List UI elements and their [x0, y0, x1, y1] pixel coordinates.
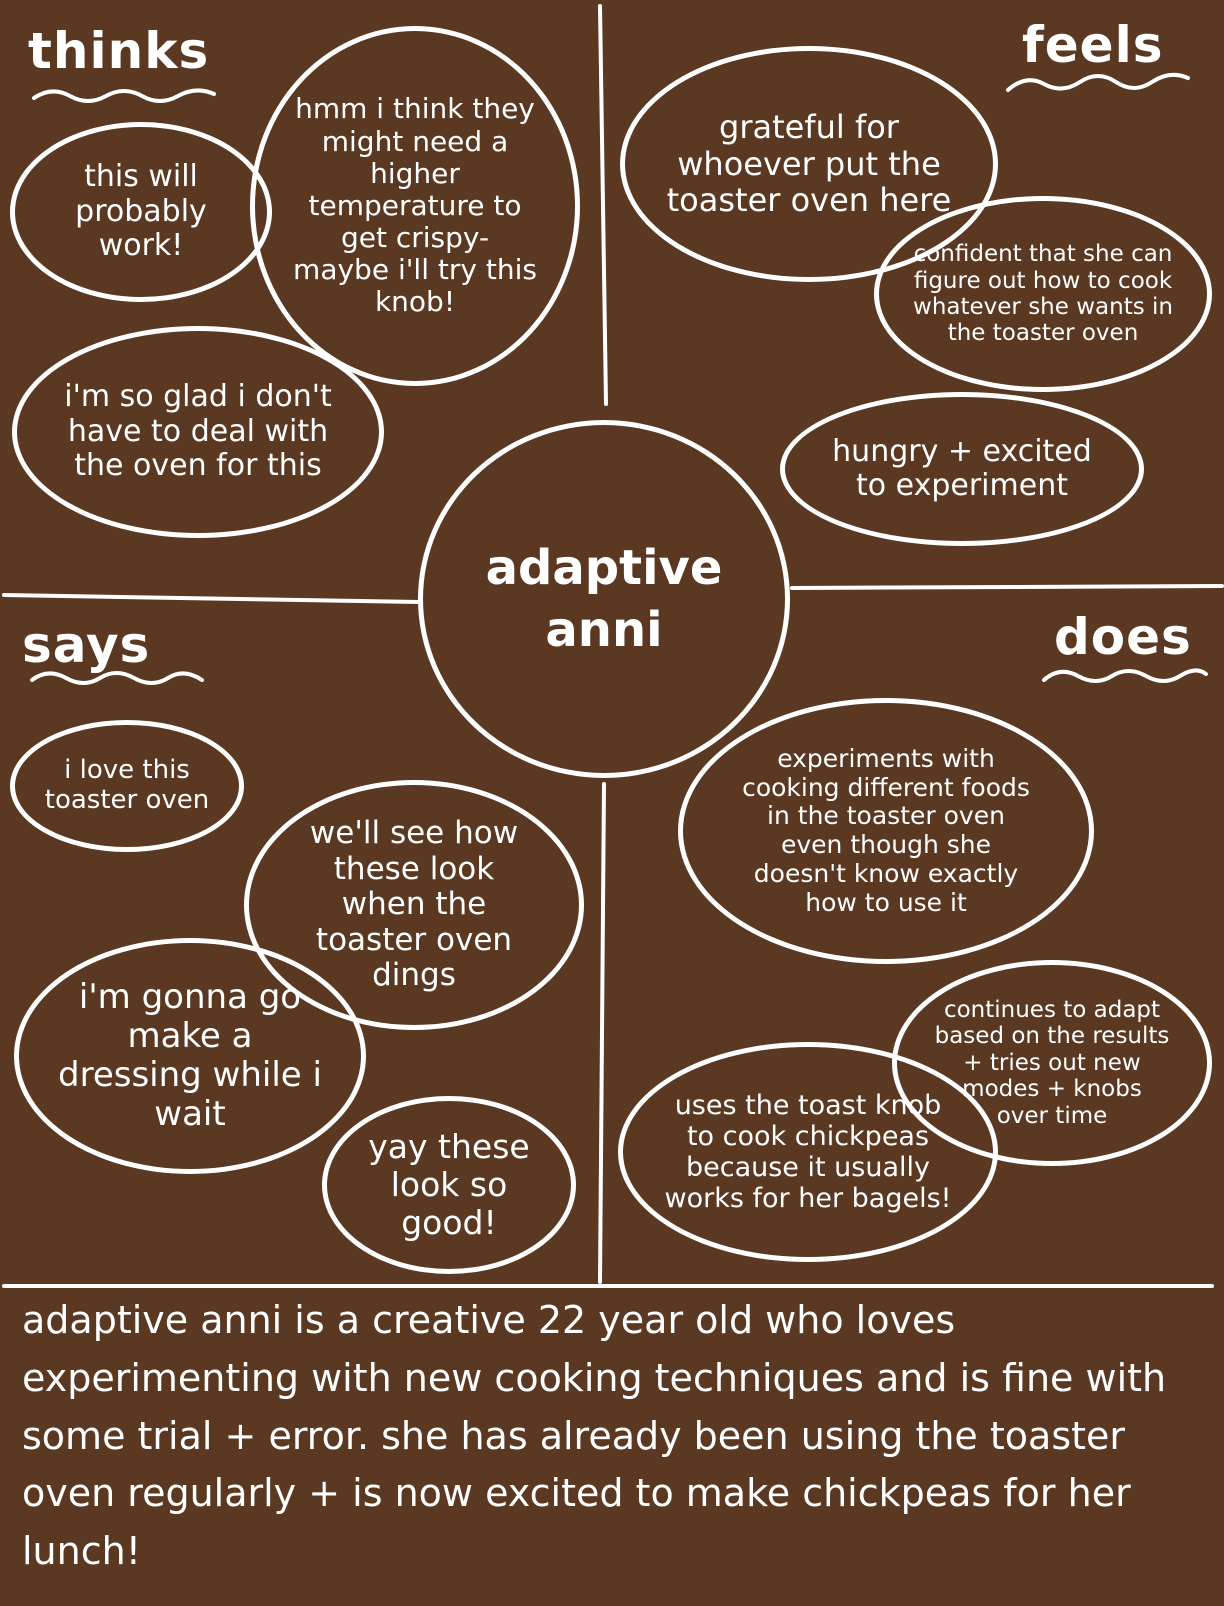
does-label: does [1054, 608, 1192, 666]
says-bubble: i love this toaster oven [10, 720, 244, 852]
does-underline [1042, 668, 1208, 683]
thinks-label: thinks [28, 22, 210, 80]
says-underline [30, 671, 204, 685]
feels-bubble-text: confident that she can figure out how to… [913, 241, 1173, 347]
persona-summary: adaptive anni is a creative 22 year old … [22, 1298, 1167, 1573]
does-bubble: experiments with cooking different foods… [678, 698, 1094, 964]
thinks-bubble-text: hmm i think they might need a higher tem… [293, 92, 537, 319]
thinks-bubble-text: i'm so glad i don't have to deal with th… [64, 379, 332, 484]
thinks-underline [32, 88, 216, 103]
feels-bubble: hungry + excited to experiment [780, 392, 1144, 546]
does-bubble-text: uses the toast knob to cook chickpeas be… [664, 1089, 952, 1215]
feels-bubble-text: hungry + excited to experiment [832, 433, 1092, 503]
feels-underline [1006, 72, 1190, 92]
says-bubble-text: yay these look so good! [368, 1127, 530, 1242]
thinks-bubble: hmm i think they might need a higher tem… [250, 26, 580, 386]
says-label: says [22, 616, 151, 674]
says-bubble-text: i love this toaster oven [44, 755, 210, 815]
says-bubble-text: i'm gonna go make a dressing while i wai… [58, 976, 322, 1135]
says-bubble: yay these look so good! [322, 1096, 576, 1274]
does-bubble: uses the toast knob to cook chickpeas be… [618, 1042, 998, 1262]
feels-bubble-text: grateful for whoever put the toaster ove… [666, 107, 952, 220]
thinks-bubble-text: this will probably work! [75, 159, 207, 264]
feels-label: feels [1022, 16, 1164, 74]
feels-bubble: confident that she can figure out how to… [874, 196, 1212, 392]
says-bubble-text: we'll see how these look when the toaste… [309, 814, 519, 994]
thinks-bubble: this will probably work! [10, 122, 272, 302]
does-bubble-text: experiments with cooking different foods… [742, 743, 1030, 917]
says-bubble: i'm gonna go make a dressing while i wai… [14, 938, 366, 1174]
thinks-bubble: i'm so glad i don't have to deal with th… [12, 326, 384, 538]
persona-name: adaptive anni [418, 420, 790, 778]
